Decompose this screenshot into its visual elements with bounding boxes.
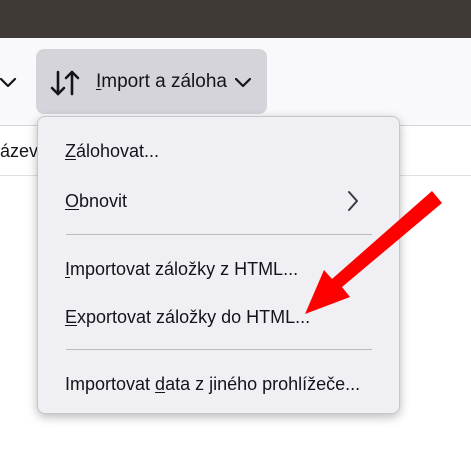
chevron-right-icon	[348, 191, 358, 211]
menu-separator	[66, 349, 372, 350]
menu-item-label: Zálohovat...	[65, 141, 160, 161]
window-titlebar	[0, 0, 471, 38]
menu-item-export-html[interactable]: Exportovat záložky do HTML...	[38, 299, 399, 335]
import-backup-button[interactable]: Import a záloha	[36, 49, 267, 114]
menu-item-label: Exportovat záložky do HTML...	[65, 307, 311, 327]
menu-item-label: Obnovit	[65, 191, 128, 211]
chevron-down-icon	[234, 77, 252, 88]
import-backup-menu: Zálohovat... Obnovit Importovat záložky …	[37, 116, 400, 414]
import-backup-label: Import a záloha	[96, 71, 227, 92]
menu-item-backup[interactable]: Zálohovat...	[38, 133, 399, 169]
menu-item-restore[interactable]: Obnovit	[38, 183, 399, 219]
chevron-down-icon[interactable]	[0, 74, 18, 94]
menu-item-label: Importovat záložky z HTML...	[65, 259, 299, 279]
column-header-name[interactable]: ázev	[0, 141, 38, 162]
menu-item-import-html[interactable]: Importovat záložky z HTML...	[38, 251, 399, 287]
menu-item-import-other-browser[interactable]: Importovat data z jiného prohlížeče...	[38, 366, 399, 402]
menu-item-label: Importovat data z jiného prohlížeče...	[65, 374, 361, 394]
menu-separator	[66, 234, 372, 235]
sort-arrows-icon	[50, 70, 80, 96]
